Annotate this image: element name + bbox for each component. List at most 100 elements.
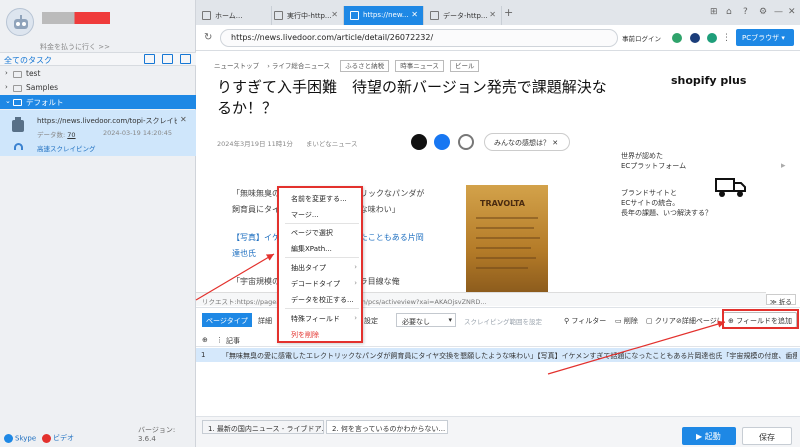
filter-icon: ⚲: [564, 317, 570, 325]
pre-login-button[interactable]: 事前ログイン: [622, 33, 661, 43]
photo-label: TRAVOLTA: [480, 199, 525, 208]
breadcrumb-item[interactable]: ライフ総合ニュース: [272, 62, 330, 70]
tab-news[interactable]: https://new... ✕: [344, 6, 424, 25]
scrollbar-arrow-icon[interactable]: ▸: [781, 161, 786, 171]
header-checkbox[interactable]: ⊕: [202, 336, 208, 344]
data-table: ⊕ ⋮ 記事 1 「無味無臭の愛に感電したエレクトリックなパンダが飼育員にタイヤ…: [196, 331, 800, 416]
reload-icon[interactable]: ↻: [204, 32, 212, 43]
breadcrumb-item[interactable]: ニューストップ: [214, 62, 259, 70]
menu-item-decode-type[interactable]: デコードタイプ ›: [291, 279, 363, 289]
menu-item-extract-type[interactable]: 抽出タイプ ›: [291, 263, 363, 273]
column-header[interactable]: 記事: [226, 336, 240, 346]
tab-data[interactable]: データ-http... ✕: [424, 6, 502, 25]
skype-icon: [4, 434, 13, 443]
pc-browser-dropdown[interactable]: PCブラウザ ▾: [736, 29, 794, 46]
import-icon[interactable]: [162, 54, 173, 64]
settings-icon[interactable]: ⚙: [759, 7, 767, 17]
gift-icon[interactable]: ⊞: [710, 7, 718, 17]
save-button[interactable]: 保存: [742, 427, 792, 445]
task-url: https://news.livedoor.com/topi-スクレイピン...: [37, 117, 177, 125]
skype-link[interactable]: Skype: [4, 434, 36, 443]
table-row[interactable]: 1 「無味無臭の愛に感電したエレクトリックなパンダが飼育員にタイヤ交換を懇願した…: [196, 348, 800, 362]
page-tabs-bar: 1. 最新の国内ニュース - ライブドア... 2. 何を言っているのかわからな…: [196, 416, 800, 447]
facebook-share-icon[interactable]: [434, 134, 450, 150]
tab-running[interactable]: 実行中-http... ✕: [268, 6, 344, 25]
page-icon: [350, 11, 359, 20]
table-cell[interactable]: 「無味無臭の愛に感電したエレクトリックなパンダが飼育員にタイヤ交換を懇願したよう…: [222, 351, 797, 361]
reaction-button[interactable]: みんなの感想は？ ✕: [484, 133, 570, 151]
close-icon[interactable]: ✕: [331, 10, 338, 19]
row-number: 1: [201, 351, 206, 359]
more-icon[interactable]: ⋮: [216, 336, 223, 344]
menu-item-select-on-page[interactable]: ページで選択: [291, 228, 363, 238]
profile-icon[interactable]: [690, 33, 700, 43]
extension-icon[interactable]: [672, 33, 682, 43]
collapse-icon[interactable]: ⌄: [5, 97, 11, 105]
article-headline: りすぎて入手困難 待望の新バージョン発売で課題解決なるか！？: [217, 78, 607, 117]
ad-headline: ブランドサイトと ECサイトの統合。 長年の課題、いつ解決する？: [621, 189, 712, 217]
task-item[interactable]: https://news.livedoor.com/topi-スクレイピン...…: [0, 110, 196, 156]
youtube-icon: [42, 433, 51, 443]
shopify-logo: shopify plus: [671, 74, 747, 87]
menu-item-delete-column[interactable]: 列を削除: [291, 330, 363, 340]
topic-button[interactable]: 時事ニュース: [395, 60, 444, 72]
search-tasks-icon[interactable]: [180, 54, 191, 64]
article-link[interactable]: 達也氏: [232, 248, 256, 259]
upgrade-link[interactable]: 料金を払うに行く >>: [40, 42, 110, 52]
delete-button[interactable]: ▭ 削除: [611, 313, 642, 327]
folder-test[interactable]: › test: [0, 67, 196, 81]
setting-select[interactable]: 必要なし: [396, 313, 456, 327]
topic-button[interactable]: ふるさと納税: [340, 60, 390, 72]
expand-icon[interactable]: ›: [5, 69, 8, 77]
scroll-range-button[interactable]: スクレイピング範囲を設定: [464, 316, 542, 326]
page-type-button[interactable]: ページタイプ: [202, 313, 252, 327]
link-share-icon[interactable]: [458, 134, 474, 150]
window-close-icon[interactable]: ✕: [788, 7, 796, 17]
menu-item-calibrate[interactable]: データを校正する...: [291, 295, 363, 305]
tab-home[interactable]: ホーム...: [196, 6, 272, 25]
help-icon[interactable]: ?: [743, 7, 748, 17]
new-task-icon[interactable]: [144, 54, 155, 64]
page-icon: [274, 11, 283, 20]
close-icon[interactable]: ✕: [180, 115, 187, 124]
extension-icon-2[interactable]: [707, 33, 717, 43]
folder-samples[interactable]: › Samples: [0, 81, 196, 95]
video-link[interactable]: ビデオ: [42, 433, 74, 443]
filter-button[interactable]: ⚲ フィルター: [560, 313, 610, 327]
page-tab[interactable]: 1. 最新の国内ニュース - ライブドア...: [202, 420, 324, 434]
menu-item-rename[interactable]: 名前を変更する...: [291, 194, 363, 204]
setting-button[interactable]: 設定: [360, 313, 382, 327]
chevron-right-icon: ›: [354, 279, 357, 287]
minimize-icon[interactable]: —: [774, 7, 783, 17]
start-button[interactable]: ▶ 起動: [682, 427, 736, 445]
detail-button[interactable]: 詳細: [254, 313, 276, 327]
tab-bar: ホーム... 実行中-http... ✕ https://new... ✕ データ-…: [196, 0, 800, 25]
expand-icon[interactable]: ›: [5, 83, 8, 91]
folder-label: test: [26, 69, 41, 78]
folder-icon: [13, 71, 22, 78]
data-count-value[interactable]: 70: [67, 131, 75, 139]
more-menu-icon[interactable]: ⋮: [722, 33, 731, 43]
menu-item-merge[interactable]: マージ...: [291, 210, 363, 220]
url-input[interactable]: https://news.livedoor.com/article/detail…: [220, 29, 618, 47]
page-tab[interactable]: 2. 何を言っているのかわからない...: [326, 420, 448, 434]
all-tasks-header: 全てのタスク: [0, 52, 196, 66]
shield-icon[interactable]: ⌂: [726, 7, 732, 17]
detail-page-button[interactable]: ⊘詳細ページに行く: [672, 313, 720, 327]
folder-icon: [13, 85, 22, 92]
folder-default[interactable]: ⌄ デフォルト: [0, 95, 196, 109]
menu-item-special-field[interactable]: 特殊フィールド ›: [291, 314, 363, 324]
task-sidebar: 料金を払うに行く >> 全てのタスク › test › Samples ⌄ デフ…: [0, 0, 196, 447]
close-icon[interactable]: ✕: [411, 10, 418, 19]
folder-label: デフォルト: [26, 98, 64, 107]
close-icon[interactable]: ✕: [489, 10, 496, 19]
topic-button[interactable]: ビール: [449, 60, 480, 72]
version-label: バージョン: 3.6.4: [138, 426, 176, 443]
ad-panel[interactable]: [611, 51, 800, 295]
x-share-icon[interactable]: [411, 134, 427, 150]
fold-button[interactable]: ≫ 折る: [766, 294, 796, 306]
menu-item-edit-xpath[interactable]: 編集XPath...: [291, 244, 363, 254]
avatar[interactable]: [6, 8, 34, 36]
new-tab-icon[interactable]: +: [504, 6, 513, 19]
all-tasks-label[interactable]: 全てのタスク: [4, 55, 52, 66]
